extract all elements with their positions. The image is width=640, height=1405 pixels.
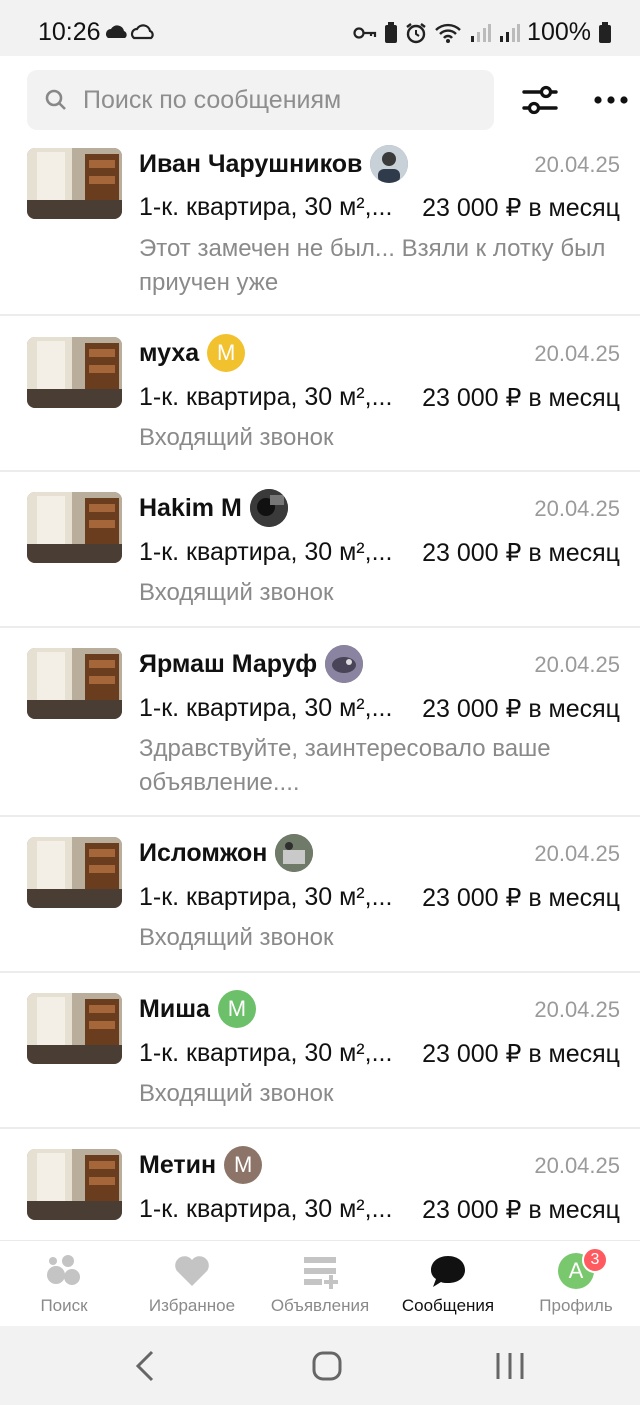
home-icon[interactable] [307,1348,347,1384]
alarm-icon [406,22,426,43]
chat-date: 20.04.25 [534,997,620,1022]
listing-title: 1-к. квартира, 30 м²,... [139,694,393,722]
listing-price: 23 000 ₽ в месяц [422,884,620,912]
chat-list[interactable]: Иван Чарушников 20.04.25 1-к. квартира, … [0,140,640,1240]
chat-date: 20.04.25 [534,652,620,677]
notification-badge: 3 [582,1247,608,1273]
listing-price: 23 000 ₽ в месяц [422,695,620,723]
avatar: М [217,990,256,1028]
status-bar: 10:26 100% [0,0,640,56]
status-icons: 100% [353,18,612,47]
search-icon [45,89,66,110]
listing-title: 1-к. квартира, 30 м²,... [139,1195,393,1223]
chat-name: Миша [139,994,210,1023]
chat-name: Ярмаш Маруф [139,649,318,678]
heart-icon [175,1256,209,1286]
nav-label: Сообщения [401,1296,495,1315]
chat-date: 20.04.25 [534,1153,620,1178]
chat-date: 20.04.25 [534,496,620,521]
listing-price: 23 000 ₽ в месяц [422,1196,620,1224]
listing-photo [27,337,122,408]
more-options-icon[interactable] [590,84,630,116]
nav-item-messages[interactable]: Сообщения [384,1241,512,1327]
wifi-icon [435,23,461,43]
listing-title: 1-к. квартира, 30 м²,... [139,538,393,566]
status-time: 10:26 [38,18,101,46]
listing-photo [27,148,122,219]
chat-item[interactable]: Иван Чарушников 20.04.25 1-к. квартира, … [0,140,640,316]
last-message: Входящий звонок [139,424,334,451]
listing-title: 1-к. квартира, 30 м²,... [139,1039,393,1067]
search-bar[interactable] [27,70,494,130]
avatar: М [207,334,246,372]
search-bubbles-icon [47,1255,80,1285]
chat-item[interactable]: Миша М 20.04.25 1-к. квартира, 30 м²,...… [0,973,640,1129]
listing-title: 1-к. квартира, 30 м²,... [139,383,393,411]
avatar [325,645,364,683]
filter-icon[interactable] [520,82,560,118]
chat-date: 20.04.25 [534,152,620,177]
signal-icon [471,23,492,42]
chat-name: Метин [139,1150,217,1179]
bottom-nav: Поиск Избранное Объявления Сообщения А 3… [0,1240,640,1326]
chat-item[interactable]: Исломжон 20.04.25 1-к. квартира, 30 м²,.… [0,817,640,973]
chat-item[interactable]: Hakim M 20.04.25 1-к. квартира, 30 м²,..… [0,472,640,628]
chat-name: Исломжон [139,838,268,867]
chat-name: муха [139,338,200,367]
last-message: Входящий звонок [139,579,334,606]
nav-label: Профиль [539,1296,613,1315]
last-message: Здравствуйте, заинтересовало ваше объявл… [139,735,551,796]
recents-icon[interactable] [490,1348,530,1384]
nav-item-favorites[interactable]: Избранное [128,1241,256,1327]
listing-photo [27,1149,122,1220]
vpn-key-icon [353,26,377,39]
listing-photo [27,492,122,563]
back-icon[interactable] [126,1348,166,1384]
battery-icon [599,21,611,43]
listing-price: 23 000 ₽ в месяц [422,539,620,567]
add-listing-icon [304,1257,338,1289]
battery-saver-icon [385,21,398,43]
system-nav-bar [0,1326,640,1405]
listing-photo [27,648,122,719]
avatar [275,834,314,872]
chat-date: 20.04.25 [534,841,620,866]
chat-name: Иван Чарушников [139,149,363,178]
avatar [249,489,288,527]
chat-bubble-icon [431,1256,465,1287]
battery-percent: 100% [527,18,591,46]
nav-label: Избранное [148,1296,236,1315]
listing-title: 1-к. квартира, 30 м²,... [139,883,393,911]
chat-date: 20.04.25 [534,341,620,366]
cloud-icons [106,24,154,40]
last-message: Этот замечен не был... Взяли к лотку был… [139,235,606,296]
signal-icon-2 [500,23,521,42]
nav-label: Поиск [40,1296,88,1315]
listing-title: 1-к. квартира, 30 м²,... [139,193,393,221]
chat-item[interactable]: Ярмаш Маруф 20.04.25 1-к. квартира, 30 м… [0,628,640,817]
listing-price: 23 000 ₽ в месяц [422,1040,620,1068]
chat-item[interactable]: муха М 20.04.25 1-к. квартира, 30 м²,...… [0,316,640,472]
last-message: Входящий звонок [139,1080,334,1107]
nav-item-search[interactable]: Поиск [0,1241,128,1327]
chat-name: Hakim M [139,493,242,522]
search-input[interactable] [83,70,483,130]
nav-label: Объявления [270,1296,370,1315]
listing-price: 23 000 ₽ в месяц [422,384,620,412]
listing-photo [27,993,122,1064]
avatar [370,145,409,183]
nav-item-profile[interactable]: А 3 Профиль [512,1241,640,1327]
avatar: М [224,1146,263,1184]
listing-photo [27,837,122,908]
nav-item-listings[interactable]: Объявления [256,1241,384,1327]
listing-price: 23 000 ₽ в месяц [422,194,620,222]
last-message: Входящий звонок [139,924,334,951]
chat-item[interactable]: Метин М 20.04.25 1-к. квартира, 30 м²,..… [0,1129,640,1240]
